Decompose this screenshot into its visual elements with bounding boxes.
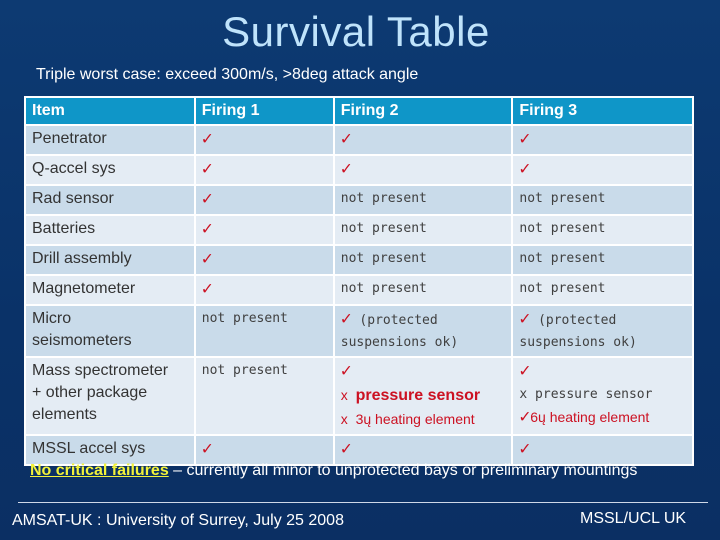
check-icon: ✓ [519, 158, 531, 179]
item-line: + other package [32, 384, 148, 401]
item-cell: Magnetometer [26, 276, 194, 304]
status-cell: not present [334, 246, 512, 274]
check-icon: ✓ [201, 128, 213, 149]
table-row: Magnetometer ✓ not present not present [26, 276, 692, 304]
item-cell: Micro seismometers [26, 306, 194, 356]
slide-subtitle: Triple worst case: exceed 300m/s, >8deg … [36, 66, 419, 83]
cross-icon: x [340, 411, 348, 427]
check-icon: ✓ [340, 308, 352, 329]
survival-table: Item Firing 1 Firing 2 Firing 3 Penetrat… [24, 96, 694, 466]
status-cell: ✓ (protected suspensions ok) [513, 306, 692, 356]
table-header-row: Item Firing 1 Firing 2 Firing 3 [26, 98, 692, 124]
footer-event: AMSAT-UK : University of Surrey, July 25… [12, 512, 344, 529]
status-cell: not present [195, 358, 333, 434]
item-line: Micro [32, 310, 72, 327]
status-cell: ✓ x pressure sensor x 3ų heating element [334, 358, 512, 434]
cell-note: pressure sensor [535, 387, 653, 402]
table-row: MSSL accel sys ✓ ✓ ✓ [26, 436, 692, 464]
header-item: Item [26, 98, 194, 124]
header-firing-1: Firing 1 [195, 98, 333, 124]
item-line: elements [32, 406, 97, 423]
note-highlight: No critical failures [30, 462, 169, 479]
item-cell: Rad sensor [26, 186, 194, 214]
check-icon: ✓ [340, 128, 352, 149]
table-row: Penetrator ✓ ✓ ✓ [26, 126, 692, 154]
item-cell: Penetrator [26, 126, 194, 154]
header-firing-3: Firing 3 [513, 98, 692, 124]
status-cell: not present [513, 186, 692, 214]
item-cell: MSSL accel sys [26, 436, 194, 464]
item-cell: Batteries [26, 216, 194, 244]
check-icon: ✓ [340, 438, 352, 459]
status-cell: not present [513, 276, 692, 304]
check-icon: ✓ [340, 360, 352, 381]
status-cell: not present [334, 216, 512, 244]
status-cell: not present [513, 246, 692, 274]
status-cell: ✓ x pressure sensor ✓6ų heating element [513, 358, 692, 434]
cell-note: pressure sensor [355, 387, 481, 404]
check-icon: ✓ [201, 278, 213, 299]
footer-organization: MSSL/UCL UK [580, 510, 687, 527]
check-icon: ✓ [201, 248, 213, 269]
cell-note: suspensions ok) [519, 335, 637, 350]
footer-divider [18, 502, 708, 503]
check-icon: ✓ [519, 128, 531, 149]
check-icon: ✓ [340, 158, 352, 179]
cell-note: (protected [538, 313, 617, 328]
check-icon: ✓ [519, 438, 531, 459]
slide-title: Survival Table [222, 8, 490, 55]
table-row: Batteries ✓ not present not present [26, 216, 692, 244]
cell-note: (protected [359, 313, 438, 328]
table-row: Mass spectrometer + other package elemen… [26, 358, 692, 434]
cell-note: 6ų heating element [530, 409, 650, 425]
check-icon: ✓ [201, 218, 213, 239]
table-row: Q-accel sys ✓ ✓ ✓ [26, 156, 692, 184]
table-row: Micro seismometers not present ✓ (protec… [26, 306, 692, 356]
item-cell: Mass spectrometer + other package elemen… [26, 358, 194, 434]
table-row: Drill assembly ✓ not present not present [26, 246, 692, 274]
cross-icon: x [340, 387, 348, 403]
cell-note: 3ų heating element [355, 411, 475, 427]
check-icon: ✓ [519, 308, 531, 329]
header-firing-2: Firing 2 [334, 98, 512, 124]
cross-icon: x [519, 387, 528, 402]
item-line: seismometers [32, 332, 132, 349]
status-cell: not present [513, 216, 692, 244]
note-text: – currently all minor to unprotected bay… [168, 462, 638, 479]
check-icon: ✓ [201, 438, 213, 459]
summary-note: No critical failures – currently all min… [30, 462, 637, 480]
table-row: Rad sensor ✓ not present not present [26, 186, 692, 214]
cell-note: suspensions ok) [340, 335, 459, 350]
check-icon: ✓ [519, 360, 531, 381]
check-icon: ✓ [201, 188, 213, 209]
status-cell: not present [334, 276, 512, 304]
item-cell: Q-accel sys [26, 156, 194, 184]
status-cell: ✓ (protected suspensions ok) [334, 306, 512, 356]
status-cell: not present [334, 186, 512, 214]
item-cell: Drill assembly [26, 246, 194, 274]
check-icon: ✓ [519, 406, 531, 427]
check-icon: ✓ [201, 158, 213, 179]
item-line: Mass spectrometer [32, 362, 169, 379]
status-cell: not present [195, 306, 333, 356]
